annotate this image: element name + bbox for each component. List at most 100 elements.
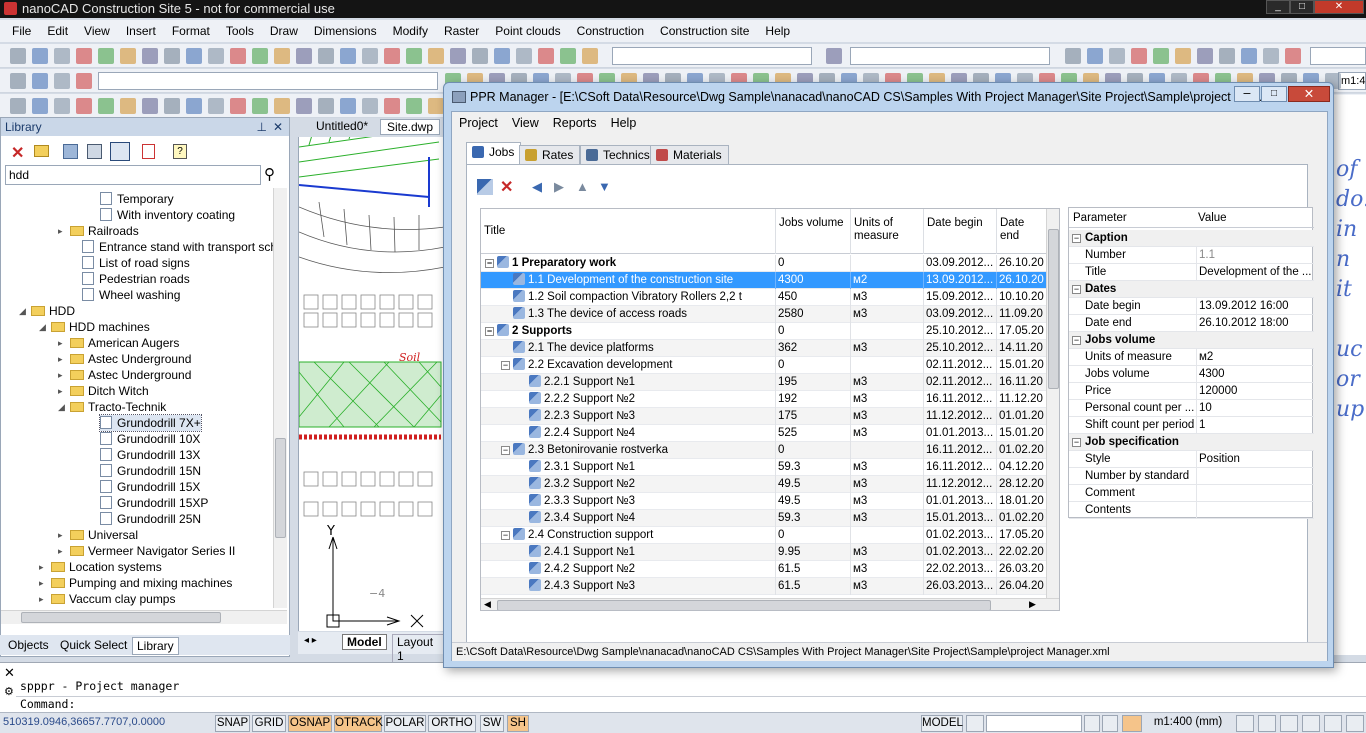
- job-row[interactable]: − 2.2 Excavation development 0 02.11.2012..…: [481, 357, 1047, 374]
- close-panel-icon[interactable]: ✕: [273, 118, 283, 136]
- draw-tool-icon[interactable]: [120, 98, 136, 114]
- layout-tab-model[interactable]: Model: [342, 634, 387, 650]
- drawing-canvas[interactable]: Soil Y −4: [298, 122, 446, 631]
- document-tab[interactable]: Untitled0*: [310, 119, 374, 133]
- document-tab[interactable]: Site.dwp: [380, 119, 441, 135]
- library-tree-item[interactable]: ▸ Pumping and mixing machines: [39, 575, 232, 591]
- property-value[interactable]: м2: [1196, 349, 1313, 366]
- library-tree-item[interactable]: ◢ HDD: [19, 303, 75, 319]
- column-header[interactable]: Jobs volume: [776, 209, 851, 254]
- column-header[interactable]: Units of measure: [851, 209, 924, 254]
- library-tree-item[interactable]: Grundodrill 25N: [100, 511, 201, 527]
- collapse-arrow-icon[interactable]: ◢: [58, 399, 65, 415]
- draw-tool-icon[interactable]: [428, 98, 444, 114]
- command-close-icon[interactable]: ✕: [4, 665, 15, 681]
- job-row[interactable]: 2.4.2 Support №2 61.5 м3 22.02.2013... 26.03…: [481, 561, 1047, 578]
- property-row[interactable]: Number 1.1: [1069, 247, 1314, 264]
- standard-tool-icon[interactable]: [1131, 48, 1147, 64]
- jobs-horizontal-scrollbar[interactable]: ◀ ▶: [481, 598, 1059, 610]
- library-tree-item[interactable]: ▸ Vermeer Navigator Series II: [58, 543, 235, 559]
- ppr-menu-view[interactable]: View: [505, 116, 546, 130]
- property-row[interactable]: Comment: [1069, 485, 1314, 502]
- ppr-tab-technics[interactable]: Technics: [580, 145, 657, 165]
- collapse-toggle-icon[interactable]: −: [485, 259, 494, 268]
- library-tree-item[interactable]: ▸ Universal: [58, 527, 138, 543]
- property-value[interactable]: 13.09.2012 16:00: [1196, 298, 1313, 315]
- library-tree-item[interactable]: Temporary: [100, 191, 174, 207]
- expand-arrow-icon[interactable]: ▸: [58, 351, 63, 367]
- property-category[interactable]: − Caption: [1069, 230, 1314, 247]
- property-row[interactable]: Jobs volume 4300: [1069, 366, 1314, 383]
- property-row[interactable]: Units of measure м2: [1069, 349, 1314, 366]
- properties-combo[interactable]: [98, 72, 438, 90]
- standard-tool-icon[interactable]: [164, 48, 180, 64]
- library-tree-item[interactable]: ▸ Vaccum clay pumps: [39, 591, 175, 607]
- command-options-icon[interactable]: ⚙: [4, 685, 14, 698]
- property-row[interactable]: Shift count per period 1: [1069, 417, 1314, 434]
- property-value[interactable]: 10: [1196, 400, 1313, 417]
- menu-format[interactable]: Format: [164, 24, 218, 38]
- draw-tool-icon[interactable]: [274, 98, 290, 114]
- collapse-toggle-icon[interactable]: −: [501, 361, 510, 370]
- property-value[interactable]: [1196, 502, 1313, 519]
- library-tree-item[interactable]: ▸ Railroads: [58, 223, 139, 239]
- new-folder-icon[interactable]: [34, 145, 49, 157]
- property-value[interactable]: [1196, 485, 1313, 502]
- command-input[interactable]: Command:: [16, 696, 1366, 712]
- property-value[interactable]: Development of the ...: [1196, 264, 1313, 281]
- model-space-button[interactable]: MODEL: [921, 715, 963, 732]
- library-tree-item[interactable]: Entrance stand with transport sche: [82, 239, 273, 255]
- property-row[interactable]: Price 120000: [1069, 383, 1314, 400]
- expand-arrow-icon[interactable]: ▸: [58, 543, 63, 559]
- toggle-polar[interactable]: POLAR: [384, 715, 426, 732]
- job-row[interactable]: − 1 Preparatory work 0 03.09.2012... 26.10.2…: [481, 255, 1047, 272]
- library-tree-item[interactable]: Pedestrian roads: [82, 271, 190, 287]
- layout-tab-layout-1[interactable]: Layout 1: [392, 634, 444, 664]
- expand-arrow-icon[interactable]: ▸: [58, 527, 63, 543]
- move-down-icon[interactable]: ▼: [598, 179, 611, 194]
- lightbulb-icon[interactable]: [1102, 715, 1118, 732]
- draw-tool-icon[interactable]: [164, 98, 180, 114]
- preview-icon[interactable]: [110, 142, 130, 161]
- standard-tool-icon[interactable]: [296, 48, 312, 64]
- standard-tool-icon[interactable]: [1219, 48, 1235, 64]
- panel-tab-quick-select[interactable]: Quick Select: [56, 637, 131, 653]
- move-up-icon[interactable]: ▲: [576, 179, 589, 194]
- job-row[interactable]: 1.2 Soil compaction Vibratory Rollers 2,…: [481, 289, 1047, 306]
- delete-icon[interactable]: ✕: [11, 143, 24, 163]
- up-level-icon[interactable]: [63, 144, 78, 159]
- panel-tab-objects[interactable]: Objects: [4, 637, 53, 653]
- job-row[interactable]: − 2.3 Betonirovanie rostverka 0 16.11.2012.…: [481, 442, 1047, 459]
- property-row[interactable]: Date begin 13.09.2012 16:00: [1069, 298, 1314, 315]
- expand-arrow-icon[interactable]: ▸: [39, 591, 44, 607]
- property-value[interactable]: 1.1: [1196, 247, 1313, 264]
- menu-file[interactable]: File: [4, 24, 39, 38]
- standard-tool-icon[interactable]: [186, 48, 202, 64]
- standard-tool-icon[interactable]: [494, 48, 510, 64]
- zoom-icon[interactable]: [1258, 715, 1276, 732]
- standard-tool-icon[interactable]: [1065, 48, 1081, 64]
- ppr-minimize-button[interactable]: –: [1234, 86, 1260, 102]
- standard-tool-icon[interactable]: [340, 48, 356, 64]
- menu-help[interactable]: Help: [757, 24, 798, 38]
- library-tree-item[interactable]: Grundodrill 7X+: [99, 414, 202, 432]
- standard-tool-icon[interactable]: [1087, 48, 1103, 64]
- library-tree-item[interactable]: ◢ HDD machines: [39, 319, 150, 335]
- fullscreen-icon[interactable]: [1346, 715, 1364, 732]
- scroll-left-icon[interactable]: ◀: [484, 599, 491, 610]
- view-icon[interactable]: [87, 144, 102, 159]
- zoom-window-icon[interactable]: [1280, 715, 1298, 732]
- close-button[interactable]: ✕: [1314, 0, 1364, 14]
- standard-tool-icon[interactable]: [1175, 48, 1191, 64]
- draw-tool-icon[interactable]: [186, 98, 202, 114]
- expand-arrow-icon[interactable]: ▸: [39, 559, 44, 575]
- job-row[interactable]: 2.3.4 Support №4 59.3 м3 15.01.2013... 01.02…: [481, 510, 1047, 527]
- library-tree-item[interactable]: Grundodrill 10X: [100, 431, 200, 447]
- panel-tab-library[interactable]: Library: [132, 637, 179, 655]
- toggle-sw[interactable]: SW: [480, 715, 504, 732]
- pan-icon[interactable]: [1302, 715, 1320, 732]
- expand-arrow-icon[interactable]: ▸: [39, 575, 44, 591]
- menu-draw[interactable]: Draw: [262, 24, 306, 38]
- layer-combo[interactable]: [612, 47, 812, 65]
- search-icon[interactable]: ⚲: [264, 165, 275, 183]
